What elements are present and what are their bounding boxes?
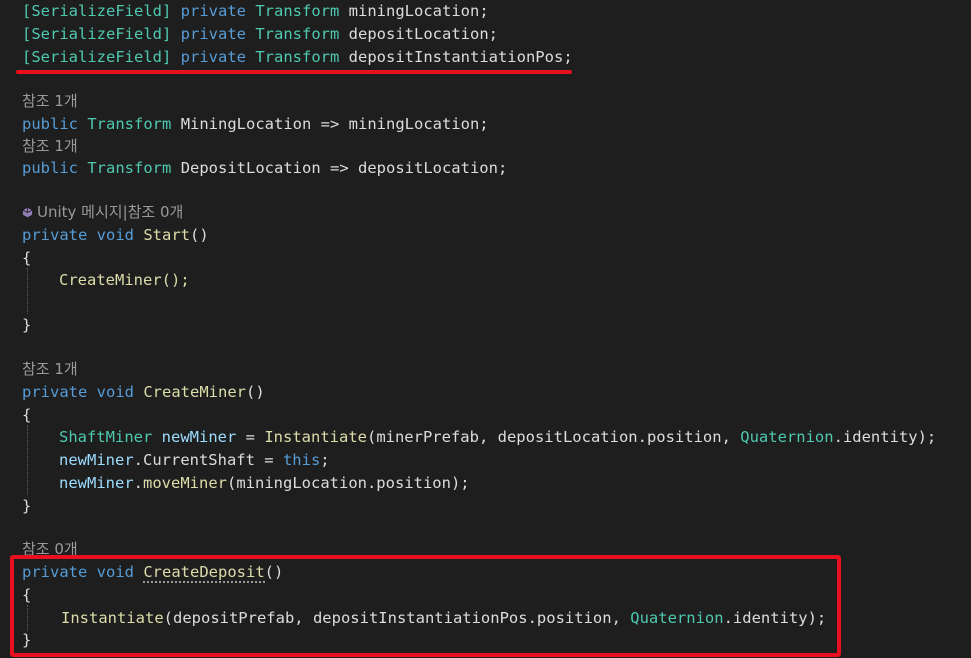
indent-guide xyxy=(27,268,28,314)
codelens-references[interactable]: 참조 1개 xyxy=(22,135,78,157)
code-line-mining-location-property[interactable]: public Transform MiningLocation => minin… xyxy=(22,113,489,135)
code-line-create-miner-signature[interactable]: private void CreateMiner() xyxy=(22,381,265,403)
code-line-current-shaft[interactable]: newMiner.CurrentShaft = this; xyxy=(59,449,330,471)
code-line-instantiate-miner[interactable]: ShaftMiner newMiner = Instantiate(minerP… xyxy=(59,426,936,448)
unity-icon xyxy=(22,207,33,218)
indent-guide xyxy=(27,425,28,495)
red-box-annotation xyxy=(10,555,841,657)
code-line-create-miner-call[interactable]: CreateMiner(); xyxy=(59,269,190,291)
code-line-mining-location[interactable]: [SerializeField] private Transform minin… xyxy=(22,0,489,22)
code-line-start-signature[interactable]: private void Start() xyxy=(22,224,209,246)
codelens-unity-message[interactable]: Unity 메시지|참조 0개 xyxy=(22,201,183,223)
code-line-brace[interactable]: } xyxy=(22,495,31,517)
code-line-brace[interactable]: { xyxy=(22,247,31,269)
red-underline-annotation xyxy=(16,70,572,74)
code-editor[interactable]: [SerializeField] private Transform minin… xyxy=(0,0,971,658)
code-line-brace[interactable]: } xyxy=(22,314,31,336)
code-line-brace[interactable]: { xyxy=(22,404,31,426)
codelens-references[interactable]: 참조 1개 xyxy=(22,358,78,380)
code-line-move-miner[interactable]: newMiner.moveMiner(miningLocation.positi… xyxy=(59,472,470,494)
code-line-deposit-location-property[interactable]: public Transform DepositLocation => depo… xyxy=(22,157,507,179)
code-line-deposit-instantiation-pos[interactable]: [SerializeField] private Transform depos… xyxy=(22,46,573,68)
code-line-deposit-location[interactable]: [SerializeField] private Transform depos… xyxy=(22,23,498,45)
codelens-references[interactable]: 참조 1개 xyxy=(22,90,78,112)
